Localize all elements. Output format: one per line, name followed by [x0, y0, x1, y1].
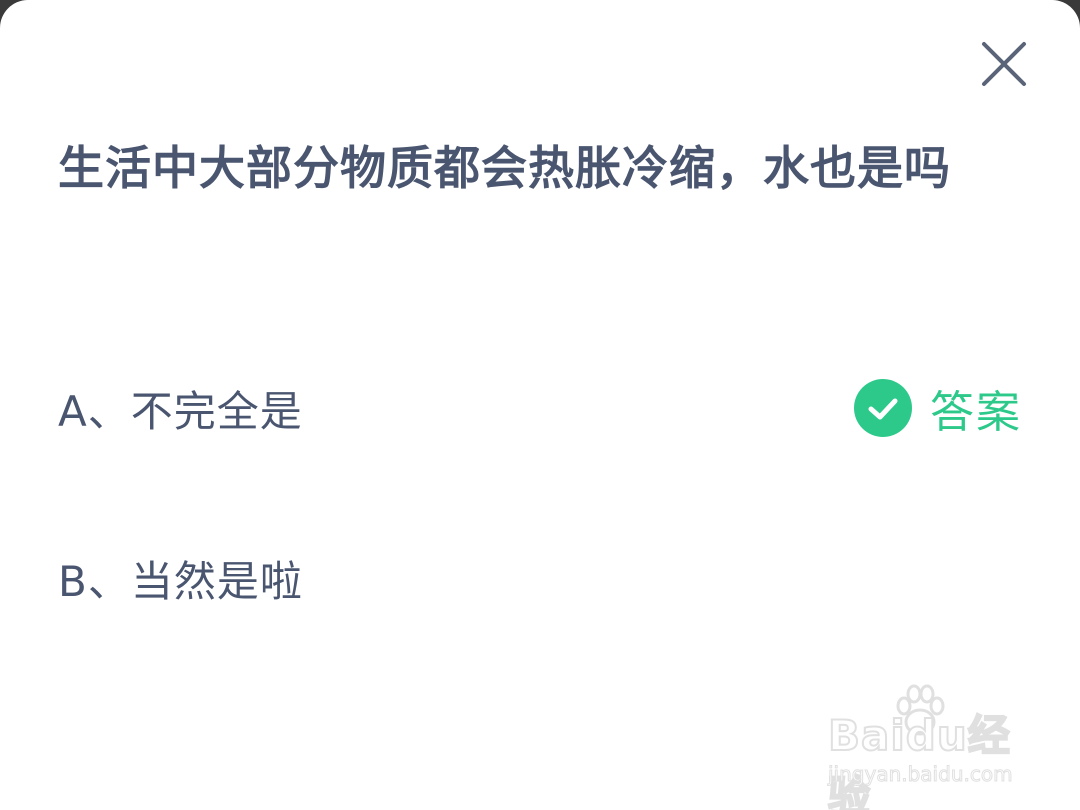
baidu-jingyan-watermark: Baidu经验 jingyan.baidu.com [827, 682, 1028, 810]
option-a[interactable]: A、不完全是 答案 [58, 373, 1022, 443]
option-a-label: A、不完全是 [58, 386, 303, 436]
close-icon [982, 42, 1026, 86]
quiz-card: 生活中大部分物质都会热胀冷缩，水也是吗 A、不完全是 答案 B、当然是啦 Bai… [0, 0, 1080, 810]
watermark-logo-text: Baidu经验 [827, 710, 1011, 810]
check-circle-icon [854, 379, 912, 437]
answer-tag: 答案 [854, 376, 1022, 440]
option-b[interactable]: B、当然是啦 [58, 543, 1022, 613]
watermark-url: jingyan.baidu.com [828, 762, 1014, 787]
answer-label: 答案 [930, 387, 1022, 438]
close-button[interactable] [978, 38, 1030, 90]
option-b-label: B、当然是啦 [58, 556, 303, 606]
question-text: 生活中大部分物质都会热胀冷缩，水也是吗 [58, 141, 951, 195]
